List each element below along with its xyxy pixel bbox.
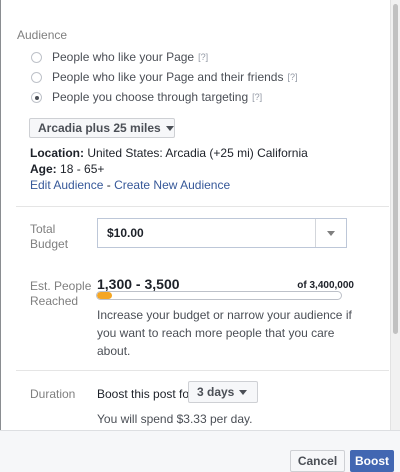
boost-button[interactable]: Boost <box>350 450 394 472</box>
reach-total: of 3,400,000 <box>297 280 354 291</box>
help-icon[interactable]: [?] <box>252 92 262 102</box>
help-icon[interactable]: [?] <box>287 72 297 82</box>
budget-value: $10.00 <box>107 226 144 240</box>
radio-button[interactable] <box>31 71 42 83</box>
chevron-down-icon <box>327 230 335 236</box>
reach-meter-fill <box>97 292 112 299</box>
edit-audience-link[interactable]: Edit Audience <box>30 178 103 192</box>
create-audience-link[interactable]: Create New Audience <box>114 178 230 192</box>
daily-spend-note: You will spend $3.33 per day. <box>97 412 253 426</box>
audience-section-title: Audience <box>17 28 68 42</box>
audience-option-targeting[interactable]: People you choose through targeting [?] <box>31 90 262 104</box>
location-line: Location: United States: Arcadia (+25 mi… <box>30 146 308 160</box>
scrollbar[interactable] <box>390 0 400 430</box>
reach-hint: Increase your budget or narrow your audi… <box>97 306 357 360</box>
cancel-button[interactable]: Cancel <box>290 450 345 472</box>
reach-hint-line: you want to reach more people that you c… <box>97 326 335 340</box>
radio-button[interactable] <box>31 51 42 63</box>
audience-dropdown[interactable]: Arcadia plus 25 miles <box>29 118 175 138</box>
location-label: Location: <box>30 146 84 160</box>
radio-button-selected[interactable] <box>31 91 42 103</box>
budget-label-line: Total <box>30 222 56 236</box>
reach-hint-line: about. <box>97 344 131 358</box>
budget-label: Total Budget <box>30 222 68 252</box>
audience-links: Edit Audience - Create New Audience <box>30 178 230 192</box>
age-value: 18 - 65+ <box>60 162 105 176</box>
age-line: Age: 18 - 65+ <box>30 162 104 176</box>
budget-dropdown-toggle[interactable] <box>315 219 346 247</box>
reach-hint-line: Increase your budget or narrow your audi… <box>97 308 352 322</box>
duration-value: 3 days <box>197 385 235 399</box>
location-value: United States: Arcadia (+25 mi) Californ… <box>87 146 308 160</box>
audience-option-page-likers[interactable]: People who like your Page [?] <box>31 50 208 64</box>
duration-lead: Boost this post for <box>97 387 194 401</box>
section-divider <box>16 370 389 371</box>
help-icon[interactable]: [?] <box>198 52 208 62</box>
age-label: Age: <box>30 162 57 176</box>
budget-label-line: Budget <box>30 237 69 251</box>
reach-label-line: Est. People <box>30 279 92 293</box>
section-divider <box>16 206 389 207</box>
link-separator: - <box>103 178 115 192</box>
boost-post-dialog: Audience People who like your Page [?] P… <box>0 0 397 472</box>
reach-label: Est. People Reached <box>30 279 91 309</box>
duration-dropdown[interactable]: 3 days <box>188 381 258 403</box>
option-label: People who like your Page <box>52 50 195 64</box>
option-label: People you choose through targeting <box>52 90 249 104</box>
scrollbar-thumb[interactable] <box>393 4 398 334</box>
chevron-down-icon <box>165 125 174 131</box>
audience-option-likers-and-friends[interactable]: People who like your Page and their frie… <box>31 70 298 84</box>
option-label: People who like your Page and their frie… <box>52 70 284 84</box>
reach-label-line: Reached <box>30 294 79 308</box>
audience-dropdown-value: Arcadia plus 25 miles <box>38 121 161 135</box>
duration-label: Duration <box>30 387 76 401</box>
reach-meter <box>96 291 342 300</box>
budget-select[interactable]: $10.00 <box>97 218 347 248</box>
chevron-down-icon <box>239 389 248 395</box>
reach-range: 1,300 - 3,500 <box>97 276 180 292</box>
